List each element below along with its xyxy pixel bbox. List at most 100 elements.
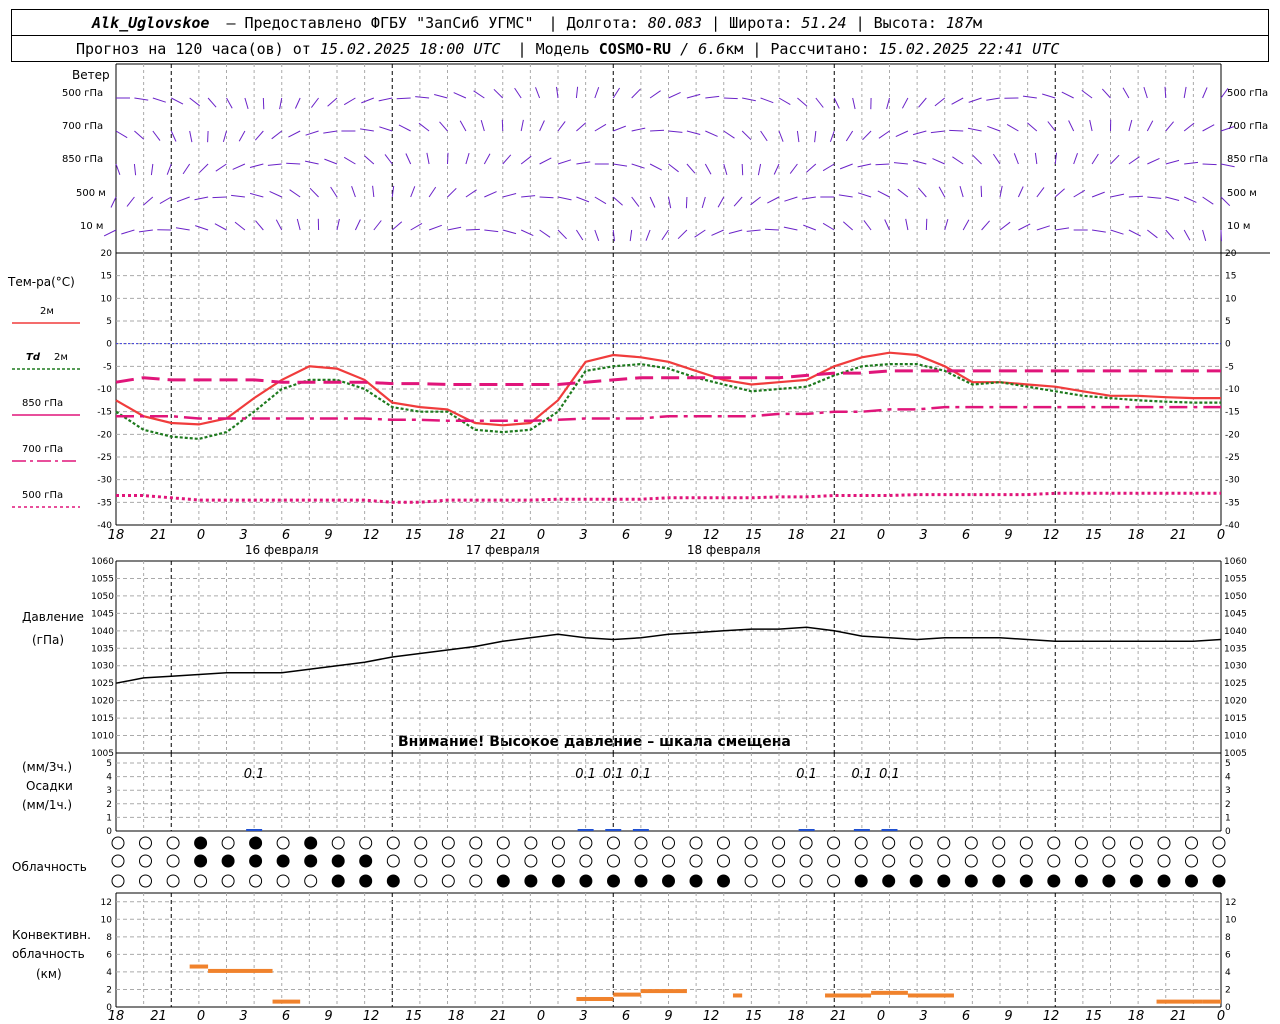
cloud-cover-symbol <box>496 854 510 868</box>
pressure-tick-label: 1055 <box>1224 574 1247 584</box>
wind-barb <box>796 130 800 143</box>
cloud-cover-symbol <box>579 854 593 868</box>
wind-barb <box>952 156 964 165</box>
wind-barb <box>1183 122 1195 132</box>
hour-tick-label: 12 <box>363 1009 380 1024</box>
wind-barb <box>286 162 301 165</box>
pressure-tick-label: 1030 <box>91 662 114 672</box>
precip-tick-label: 3 <box>106 786 112 796</box>
wind-barb <box>612 196 623 206</box>
wind-barb <box>757 163 762 176</box>
wind-barb <box>723 97 738 100</box>
cloud-cover-symbol <box>799 874 813 888</box>
wind-barb <box>897 188 909 198</box>
wind-barb <box>1202 87 1208 99</box>
wind-barb <box>814 130 817 143</box>
wind-barb <box>959 185 964 198</box>
wind-barb <box>999 221 1011 231</box>
cloud-cover-symbol <box>579 836 593 850</box>
hour-tick-label: 21 <box>830 528 847 543</box>
wind-barb <box>170 130 177 142</box>
wind-barb <box>289 189 301 198</box>
cloud-cover-symbol <box>1019 874 1033 888</box>
pressure-tick-label: 1055 <box>91 574 114 584</box>
wind-barb <box>493 88 504 99</box>
wind-barb <box>384 154 393 165</box>
wind-barb <box>133 163 137 176</box>
wind-barb <box>986 97 1001 101</box>
cloud-cover-symbol <box>249 874 263 888</box>
cloud-cover-symbol <box>331 874 345 888</box>
wind-barb <box>631 88 641 99</box>
wind-barb <box>275 219 283 231</box>
temp-tick-label: -25 <box>1225 453 1240 463</box>
cloud-cover-symbol <box>772 836 786 850</box>
wind-barb <box>502 193 517 198</box>
cloud-cover-symbol <box>359 874 373 888</box>
wind-barb <box>822 222 835 231</box>
wind-barb <box>1165 229 1175 240</box>
wind-barb <box>354 219 361 231</box>
wind-barb <box>857 163 872 168</box>
precip-tick-label: 1 <box>106 813 112 823</box>
wind-barb <box>594 229 600 241</box>
hour-tick-label: 9 <box>324 1009 332 1024</box>
precip-value-label: 0.1 <box>631 767 652 782</box>
hour-tick-label: 3 <box>919 528 927 543</box>
pressure-tick-label: 1035 <box>91 644 114 654</box>
cloud-cover-symbol <box>662 836 675 850</box>
convective-bar <box>208 968 273 973</box>
cloud-cover-symbol <box>1074 836 1088 850</box>
hour-tick-label: 15 <box>1085 528 1102 543</box>
hour-tick-label: 0 <box>1217 1009 1225 1024</box>
wind-barb <box>1220 163 1235 168</box>
hour-tick-label: 12 <box>1043 1009 1060 1024</box>
cloud-cover-symbol <box>524 836 538 850</box>
cloud-cover-symbol <box>1019 854 1033 868</box>
hour-tick-label: 21 <box>1170 528 1187 543</box>
wind-barb <box>773 163 780 175</box>
convective-bar <box>613 992 641 997</box>
cloud-cover-symbol <box>1157 836 1171 850</box>
wind-barb <box>1110 229 1124 235</box>
wind-barb <box>649 163 663 171</box>
conv-tick-label: 8 <box>106 933 112 943</box>
temp-tick-label: 0 <box>1225 340 1231 350</box>
hour-tick-label: 15 <box>745 528 762 543</box>
wind-barb <box>981 220 990 231</box>
cloud-cover-symbol <box>744 854 758 868</box>
wind-barb <box>649 90 661 99</box>
cloud-cover-symbol <box>1129 854 1143 868</box>
wind-barb <box>198 163 209 174</box>
date-label: 18 февраля <box>687 543 761 557</box>
wind-barb <box>1122 87 1130 99</box>
cloud-cover-symbol <box>249 836 263 850</box>
pressure-tick-label: 1050 <box>91 592 114 602</box>
temp-tick-label: -25 <box>97 453 112 463</box>
temp-tick-label: -10 <box>97 385 112 395</box>
cloud-cover-symbol <box>1047 854 1061 868</box>
wind-barb <box>1089 119 1093 132</box>
wind-barb <box>594 123 607 132</box>
wind-barb <box>396 97 411 100</box>
wind-barb <box>379 126 393 132</box>
cloud-cover-symbol <box>221 874 235 888</box>
wind-barb <box>288 130 301 138</box>
cloud-cover-symbol <box>689 874 703 888</box>
hour-tick-label: 6 <box>622 528 630 543</box>
wind-barb <box>351 186 356 198</box>
cloud-cover-symbol <box>111 854 125 868</box>
cloud-cover-symbol <box>359 836 373 850</box>
wind-barb <box>176 196 190 203</box>
conv-tick-label: 12 <box>101 898 112 908</box>
wind-barb <box>398 124 411 132</box>
pressure-tick-label: 1040 <box>1224 627 1247 637</box>
cloud-cover-symbol <box>1102 874 1116 888</box>
wind-barb <box>142 196 154 206</box>
wind-barb <box>254 130 264 141</box>
cloud-cover-symbol <box>717 854 730 868</box>
wind-barb <box>484 191 497 198</box>
wind-barb <box>951 97 964 105</box>
hour-tick-label: 18 <box>1128 528 1145 543</box>
wind-barb <box>309 187 319 198</box>
